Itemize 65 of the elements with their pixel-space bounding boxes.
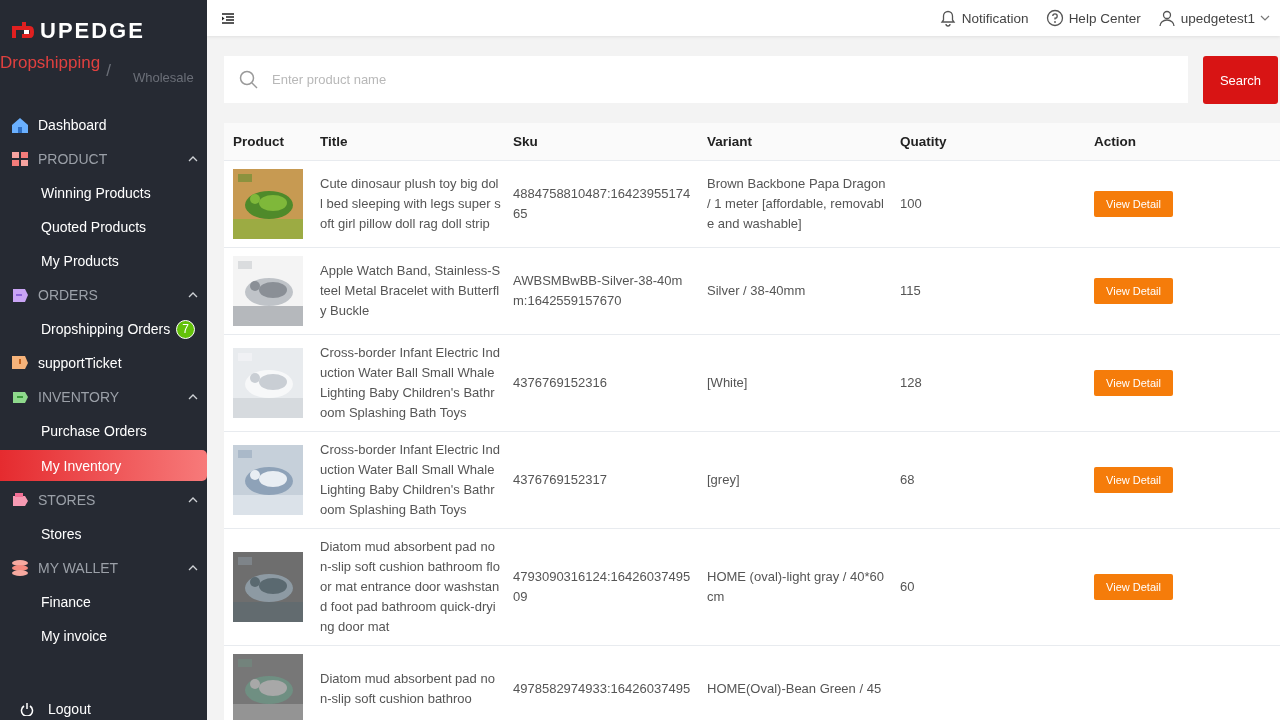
header-link[interactable]: Notification bbox=[938, 9, 1029, 27]
table-cell-text: [White] bbox=[707, 374, 749, 392]
column-header: Action bbox=[1094, 134, 1137, 149]
table-cell-text: AWBSMBwBB-Silver-38-40mm:1642559157670 bbox=[513, 272, 684, 310]
menu-item[interactable]: supportTicket bbox=[0, 346, 207, 380]
chevron-down-icon bbox=[1260, 15, 1270, 21]
menu-item[interactable]: My Products bbox=[0, 244, 207, 278]
table-cell-text: 115 bbox=[900, 282, 922, 300]
menu-item[interactable]: My invoice bbox=[0, 619, 207, 653]
count-badge: 7 bbox=[176, 319, 196, 339]
table-cell-text: HOME (oval)-light gray / 40*60cm bbox=[707, 568, 885, 606]
menu-icon bbox=[10, 149, 30, 169]
table-cell-text: Cross-border Infant Electric Induction Water Ball Small Whale Lighting Baby Children's Bathroom Splashing Bath Toys bbox=[320, 441, 501, 519]
table-cell-text: Cross-border Infant Electric Induction Water Ball Small Whale Lighting Baby Children's Bathroom Splashing Bath Toys bbox=[320, 344, 501, 422]
column-header: Title bbox=[320, 134, 349, 149]
search-button[interactable]: Search bbox=[1203, 56, 1278, 104]
table-cell-text: 4376769152317 bbox=[513, 471, 608, 489]
menu-icon bbox=[10, 558, 30, 578]
table-cell-text: Silver / 38-40mm bbox=[707, 282, 807, 300]
search-field[interactable]: Enter product name bbox=[224, 56, 1188, 103]
table-cell-text: 4376769152316 bbox=[513, 374, 608, 392]
menu-item[interactable]: Winning Products bbox=[0, 176, 207, 210]
menu-item[interactable]: Quoted Products bbox=[0, 210, 207, 244]
menu-group[interactable]: INVENTORY bbox=[0, 380, 207, 414]
column-header: Variant bbox=[707, 134, 754, 149]
menu-group[interactable]: MY WALLET bbox=[0, 551, 207, 585]
table-cell-text: 4978582974933:16426037495 bbox=[513, 680, 692, 698]
search-input[interactable]: Enter product name bbox=[270, 71, 1188, 88]
separator-text: / bbox=[106, 61, 111, 81]
menu-item[interactable]: My Inventory bbox=[0, 450, 207, 481]
column-header: Product bbox=[232, 134, 285, 149]
menu-item[interactable]: Dashboard bbox=[0, 108, 207, 142]
table-cell-text: Diatom mud absorbent pad non-slip soft cushion bathroom floor mat entrance door washstand foot pad bathroom quick-drying door mat bbox=[320, 538, 501, 636]
power-icon bbox=[20, 702, 34, 716]
bell-icon bbox=[938, 9, 957, 27]
table-cell-text: Diatom mud absorbent pad non-slip soft cushion bathroo bbox=[320, 670, 496, 708]
menu-group[interactable]: PRODUCT bbox=[0, 142, 207, 176]
menu-item[interactable]: Purchase Orders bbox=[0, 414, 207, 448]
table-cell-text: 4884758810487:1642395517465 bbox=[513, 185, 692, 223]
menu-icon[interactable] bbox=[221, 11, 235, 25]
menu-item[interactable]: Dropshipping Orders 7 bbox=[0, 312, 207, 346]
user-menu[interactable]: upedgetest1 bbox=[1157, 9, 1270, 27]
menu-item[interactable]: Stores bbox=[0, 517, 207, 551]
header-link[interactable]: Help Center bbox=[1045, 9, 1141, 27]
table-cell-text: 128 bbox=[900, 374, 923, 392]
table-cell-text: 100 bbox=[900, 195, 923, 213]
help-icon bbox=[1045, 9, 1064, 27]
logout-button[interactable]: Logout bbox=[0, 698, 207, 720]
table-cell-text: Brown Backbone Papa Dragon / 1 meter [affordable, removable and washable] bbox=[707, 175, 887, 233]
table-cell-text: Cute dinosaur plush toy big doll bed sleeping with legs super soft girl pillow doll rag doll strip bbox=[320, 175, 502, 233]
menu-item[interactable]: Finance bbox=[0, 585, 207, 619]
column-header: Quatity bbox=[900, 134, 948, 149]
search-icon bbox=[239, 70, 258, 89]
table-cell-text: Apple Watch Band, Stainless-Steel Metal Bracelet with Butterfly Buckle bbox=[320, 262, 502, 320]
table-cell-text: [grey] bbox=[707, 471, 741, 489]
user-icon bbox=[1157, 9, 1176, 27]
menu-group[interactable]: ORDERS bbox=[0, 278, 207, 312]
logo-text: UPEDGE bbox=[40, 18, 145, 44]
table-cell-text: HOME(Oval)-Bean Green / 45 bbox=[707, 680, 883, 698]
menu-icon bbox=[10, 115, 30, 135]
column-header: Sku bbox=[513, 134, 539, 149]
table-cell-text: 68 bbox=[900, 471, 916, 489]
table-cell-text: 60 bbox=[900, 578, 916, 596]
menu-group[interactable]: STORES bbox=[0, 483, 207, 517]
table-cell-text: 4793090316124:1642603749509 bbox=[513, 568, 692, 606]
